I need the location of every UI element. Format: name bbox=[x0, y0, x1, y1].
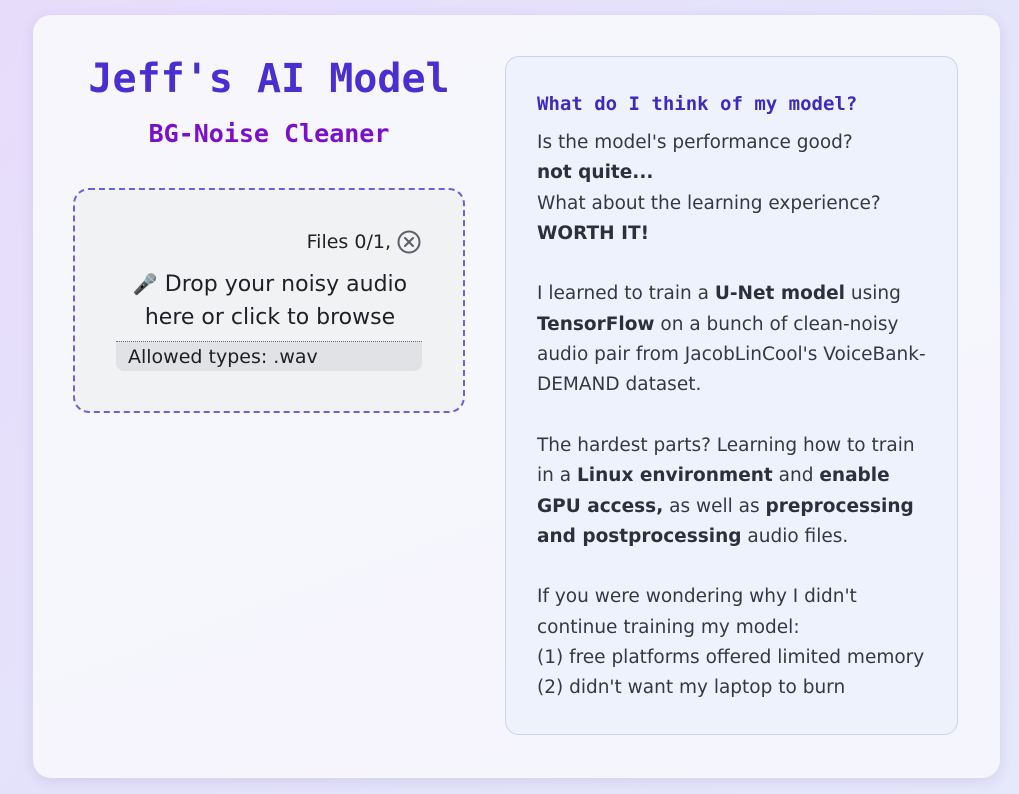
audio-upload-dropzone[interactable]: Files 0/1, 🎤 Drop your noisy audio here … bbox=[73, 188, 465, 413]
dropzone-prompt[interactable]: 🎤 Drop your noisy audio here or click to… bbox=[105, 268, 435, 334]
app-subtitle: BG-Noise Cleaner bbox=[148, 119, 390, 148]
answer-performance: not quite... bbox=[537, 162, 654, 184]
paragraph-why-stop: If you were wondering why I didn't conti… bbox=[537, 586, 857, 638]
paragraph-hardest-parts: The hardest parts? Learning how to train… bbox=[537, 434, 915, 547]
panel-title: What do I think of my model? bbox=[537, 93, 858, 115]
info-panel: What do I think of my model? Is the mode… bbox=[505, 56, 958, 735]
answer-learning: WORTH IT! bbox=[537, 222, 650, 244]
reason-2: (2) didn't want my laptop to burn bbox=[537, 677, 846, 699]
question-learning: What about the learning experience? bbox=[537, 192, 881, 214]
dropzone-prompt-text: Drop your noisy audio here or click to b… bbox=[144, 272, 408, 330]
main-card: Jeff's AI Model BG-Noise Cleaner Files 0… bbox=[33, 15, 1000, 778]
files-count-row: Files 0/1, bbox=[307, 230, 421, 254]
microphone-icon: 🎤 bbox=[132, 272, 158, 296]
circle-x-icon[interactable] bbox=[397, 230, 421, 254]
question-performance: Is the model's performance good? bbox=[537, 132, 853, 153]
panel-body: Is the model's performance good? not qui… bbox=[537, 128, 927, 704]
reason-1: (1) free platforms offered limited memor… bbox=[537, 647, 925, 669]
app-title: Jeff's AI Model bbox=[88, 56, 450, 102]
allowed-types-label: Allowed types: .wav bbox=[116, 341, 422, 371]
files-count-label: Files 0/1, bbox=[306, 231, 391, 253]
paragraph-training: I learned to train a U-Net model using T… bbox=[537, 283, 926, 396]
